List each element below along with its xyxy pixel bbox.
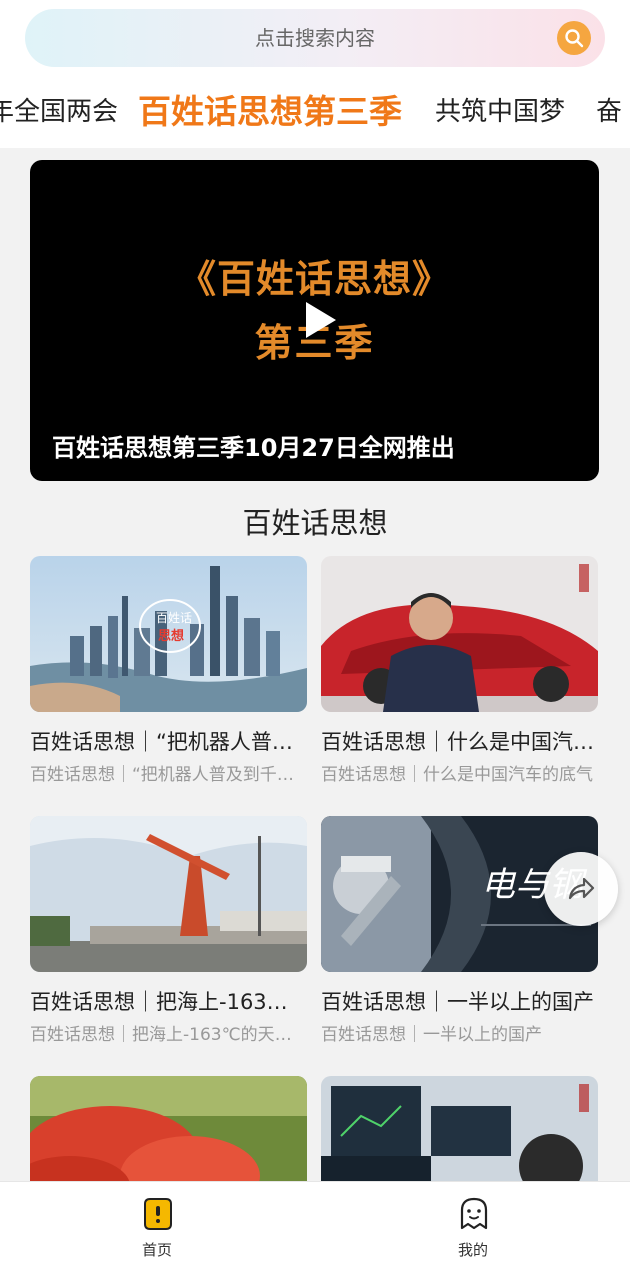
card-thumbnail[interactable]: 百姓话 思想 [30, 556, 307, 712]
top-header: 点击搜索内容 年全国两会 百姓话思想第三季 共筑中国梦 奋 [0, 0, 630, 148]
bottom-nav: 首页 我的 [0, 1181, 630, 1281]
nav-home[interactable]: 首页 [97, 1182, 217, 1281]
tab-next[interactable]: 奋 [596, 82, 622, 142]
svg-text:思想: 思想 [158, 628, 184, 644]
card-subtitle: 百姓话思想｜一半以上的国产 [321, 1025, 542, 1045]
nav-mine-label: 我的 [457, 1241, 488, 1259]
video-card[interactable]: 百姓话思想｜什么是中国汽车的底气 百姓话思想｜什么是中国汽车的底气 [321, 556, 598, 785]
video-cover-title: 《百姓话思想》 [177, 256, 451, 301]
share-icon [568, 877, 595, 900]
profile-icon [460, 1197, 488, 1230]
tab-lianghui[interactable]: 年全国两会 [0, 82, 118, 142]
search-icon [565, 29, 584, 48]
video-caption: 百姓话思想第三季10月27日全网推出 [52, 434, 455, 462]
card-subtitle: 百姓话思想｜把海上-163℃的天然气 [30, 1025, 307, 1045]
home-icon [144, 1198, 172, 1230]
play-icon[interactable] [298, 298, 342, 342]
search-bar[interactable]: 点击搜索内容 [25, 9, 605, 67]
card-subtitle: 百姓话思想｜“把机器人普及到千家万户” [30, 765, 307, 785]
tab-china-dream[interactable]: 共筑中国梦 [435, 82, 565, 142]
section-title: 百姓话思想 [242, 506, 388, 540]
featured-video[interactable]: 《百姓话思想》 第三季 百姓话思想第三季10月27日全网推出 [30, 160, 599, 481]
video-card[interactable]: 百姓话思想｜把海上-163℃的天然气 百姓话思想｜把海上-163℃的天然气 [30, 816, 307, 1045]
card-subtitle: 百姓话思想｜什么是中国汽车的底气 [321, 765, 593, 785]
card-title[interactable]: 百姓话思想｜把海上-163℃的天然气 [30, 986, 307, 1016]
search-button[interactable] [557, 21, 591, 55]
nav-home-label: 首页 [141, 1241, 172, 1259]
nav-mine[interactable]: 我的 [413, 1182, 533, 1281]
card-title[interactable]: 百姓话思想｜什么是中国汽车的底气 [321, 726, 598, 756]
card-title[interactable]: 百姓话思想｜一半以上的国产 [321, 986, 598, 1016]
share-button[interactable] [544, 852, 618, 926]
svg-text:百姓话: 百姓话 [156, 611, 192, 625]
tab-baixing-season3[interactable]: 百姓话思想第三季 [138, 82, 402, 142]
search-placeholder[interactable]: 点击搜索内容 [25, 9, 605, 67]
category-tabs: 年全国两会 百姓话思想第三季 共筑中国梦 奋 [0, 82, 630, 142]
card-title[interactable]: 百姓话思想｜“把机器人普及到千家万户” [30, 726, 307, 756]
card-thumbnail[interactable] [30, 816, 307, 972]
video-card[interactable]: 百姓话 思想 百姓话思想｜“把机器人普及到千家万户” 百姓话思想｜“把机器人普及… [30, 556, 307, 785]
card-thumbnail[interactable] [321, 556, 598, 712]
